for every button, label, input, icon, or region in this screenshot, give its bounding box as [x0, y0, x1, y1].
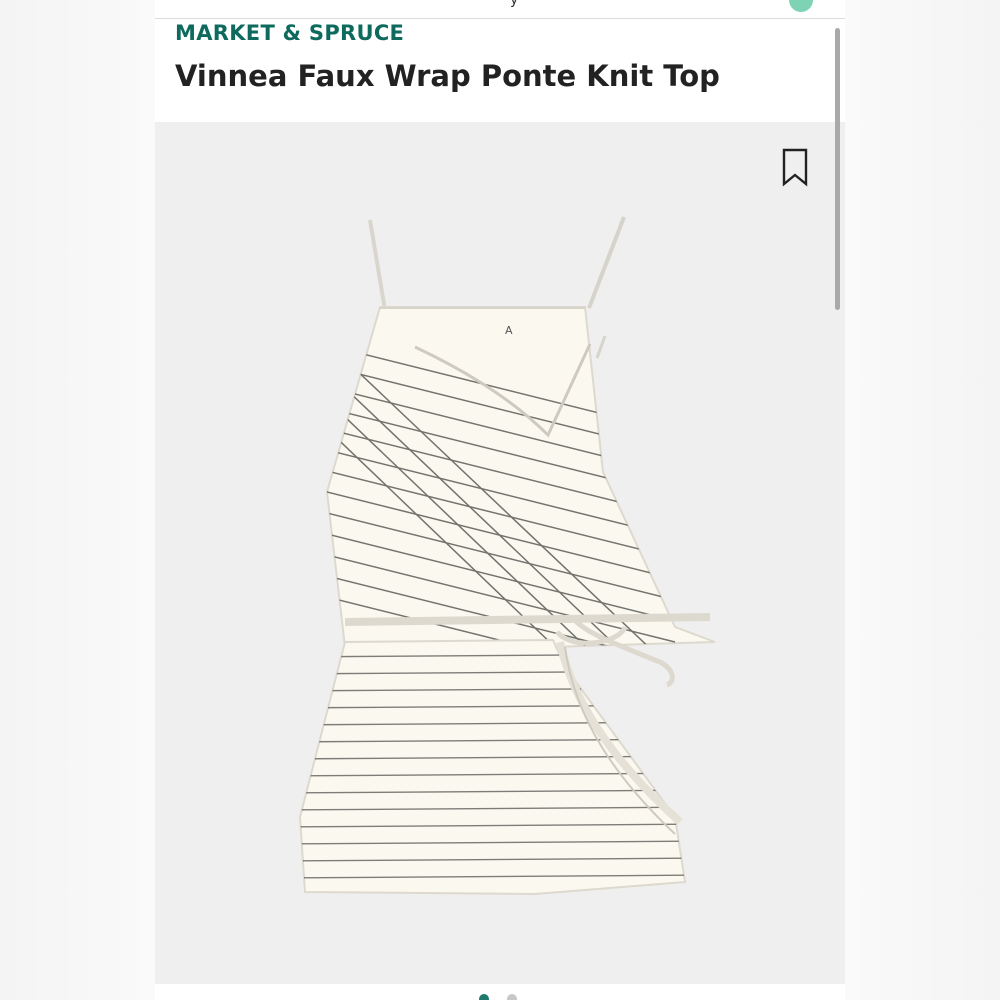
- cut-off-nav-text: y: [510, 0, 519, 8]
- bookmark-button[interactable]: [779, 148, 811, 188]
- header-divider: [155, 18, 845, 19]
- carousel-dot-active[interactable]: [479, 994, 489, 1000]
- skirt: [298, 638, 687, 896]
- bookmark-icon: [782, 148, 808, 187]
- cart-badge[interactable]: [789, 0, 813, 12]
- product-image[interactable]: A: [155, 122, 845, 984]
- svg-text:A: A: [505, 324, 513, 337]
- product-screen: y MARKET & SPRUCE Vinnea Faux Wrap Ponte…: [155, 0, 845, 1000]
- scrollbar-thumb[interactable]: [835, 28, 840, 310]
- vertical-scrollbar[interactable]: [835, 28, 840, 984]
- product-title: Vinnea Faux Wrap Ponte Knit Top: [175, 59, 720, 93]
- brand-name[interactable]: MARKET & SPRUCE: [175, 21, 404, 45]
- carousel-dot-inactive[interactable]: [507, 994, 517, 1000]
